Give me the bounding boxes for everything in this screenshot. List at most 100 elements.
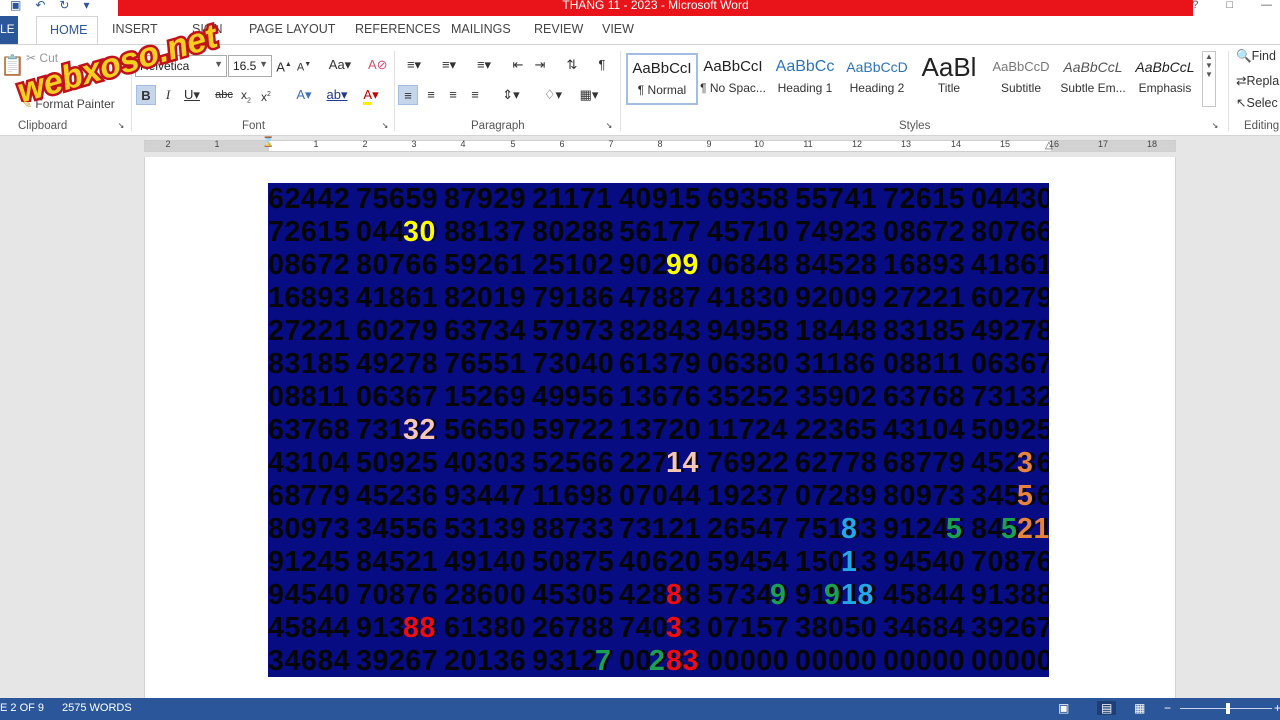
style-title[interactable]: AaBl Title: [913, 53, 985, 105]
style-heading-1[interactable]: AaBbCc Heading 1: [769, 53, 841, 105]
horizontal-ruler[interactable]: 2 1 1 2 3 4 5 6 7 8 9 10 11 12 13 14 15 16 17 18 ⌛ △: [0, 137, 1280, 157]
text-effects-icon[interactable]: A▾: [290, 85, 318, 105]
print-layout-icon[interactable]: ▤: [1097, 701, 1117, 715]
number-block: 07289: [795, 480, 878, 512]
help-icon[interactable]: ?: [1192, 0, 1198, 11]
superscript-button[interactable]: x2: [258, 85, 274, 105]
align-center-button[interactable]: ≡: [421, 85, 441, 105]
tab-mailings[interactable]: MAILINGS: [451, 22, 511, 36]
sort-icon[interactable]: ⇅: [562, 55, 582, 75]
strikethrough-button[interactable]: abc: [214, 85, 234, 105]
change-case-icon[interactable]: Aa▾: [325, 55, 355, 75]
style-emphasis[interactable]: AaBbCcL Emphasis: [1129, 53, 1201, 105]
ruler-number: 17: [1097, 139, 1108, 149]
subscript-button[interactable]: x2: [238, 85, 254, 105]
save-icon[interactable]: ▣: [10, 0, 21, 12]
tab-home[interactable]: HOME: [36, 16, 98, 44]
styles-launcher-icon[interactable]: ↘: [1210, 121, 1220, 131]
number-block: 49278: [356, 348, 439, 380]
number-row: 08672 80766 59261 25102 90299 06848 84528 16893…: [268, 249, 1049, 282]
minimize-icon[interactable]: —: [1261, 0, 1272, 11]
style-subtitle[interactable]: AaBbCcD Subtitle: [985, 53, 1057, 105]
show-marks-icon[interactable]: ¶: [592, 55, 612, 75]
align-left-button[interactable]: ≡: [398, 85, 418, 105]
highlight-color-icon[interactable]: ab▾: [322, 85, 352, 105]
grow-font-icon[interactable]: A▲: [276, 55, 292, 75]
page-indicator[interactable]: E 2 OF 9: [0, 702, 44, 714]
style-no-spacing[interactable]: AaBbCcI ¶ No Spac...: [697, 53, 769, 105]
web-layout-icon[interactable]: ▦: [1134, 701, 1145, 715]
number-row: 43104 50925 40303 52566 22714 76922 62778 68779…: [268, 447, 1049, 480]
tab-page-layout[interactable]: PAGE LAYOUT: [249, 22, 335, 36]
tab-insert[interactable]: INSERT: [112, 22, 158, 36]
redo-icon[interactable]: ↻: [59, 0, 69, 12]
read-mode-icon[interactable]: ▣: [1058, 701, 1069, 715]
customize-qat-icon[interactable]: ▾: [83, 0, 89, 12]
tab-design[interactable]: SIGN: [192, 22, 223, 36]
number-block: 69358: [707, 183, 790, 215]
paste-icon[interactable]: 📋: [0, 53, 25, 78]
number-block: 19237: [707, 480, 790, 512]
zoom-in-icon[interactable]: +: [1274, 701, 1280, 715]
font-color-icon[interactable]: A▾: [356, 85, 386, 105]
tab-references[interactable]: REFERENCES: [355, 22, 440, 36]
word-count[interactable]: 2575 WORDS: [62, 702, 132, 714]
zoom-slider-thumb[interactable]: [1226, 703, 1230, 714]
shading-icon[interactable]: ♢▾: [538, 85, 568, 105]
ribbon-display-icon[interactable]: □: [1226, 0, 1233, 11]
style-preview: AaBbCcD: [846, 59, 908, 75]
zoom-out-icon[interactable]: −: [1164, 701, 1171, 715]
number-table[interactable]: 62442 75659 87929 21171 40915 69358 55741 72615…: [268, 183, 1049, 677]
cut-button[interactable]: ✂ Cut: [26, 51, 58, 65]
select-button[interactable]: ↖Selec: [1236, 95, 1278, 110]
clear-formatting-icon[interactable]: A⊘: [368, 55, 388, 75]
editing-group-label: Editing: [1244, 120, 1280, 132]
underline-button[interactable]: U▾: [180, 85, 204, 105]
number-block: 80288: [532, 216, 615, 248]
style-subtle-emphasis[interactable]: AaBbCcL Subtle Em...: [1057, 53, 1129, 105]
align-right-button[interactable]: ≡: [443, 85, 463, 105]
font-launcher-icon[interactable]: ↘: [380, 121, 390, 131]
style-name: Subtle Em...: [1060, 81, 1126, 95]
tab-review[interactable]: REVIEW: [534, 22, 583, 36]
ruler-number: 10: [753, 139, 764, 149]
indent-marker-icon[interactable]: ⌛: [262, 137, 274, 148]
numbering-icon[interactable]: ≡▾: [433, 55, 465, 75]
shrink-font-icon[interactable]: A▼: [296, 55, 312, 75]
find-button[interactable]: 🔍Find: [1236, 49, 1276, 64]
number-block: 49956: [532, 381, 615, 413]
style-normal[interactable]: AaBbCcI ¶ Normal: [626, 53, 698, 105]
multilevel-list-icon[interactable]: ≡▾: [468, 55, 500, 75]
line-spacing-icon[interactable]: ⇕▾: [496, 85, 526, 105]
decrease-indent-icon[interactable]: ⇤: [508, 55, 528, 75]
ruler-number: 6: [559, 139, 565, 149]
undo-icon[interactable]: ↶: [35, 0, 45, 12]
style-preview: AaBbCcL: [1063, 59, 1123, 75]
bold-button[interactable]: B: [136, 85, 156, 105]
tab-view[interactable]: VIEW: [602, 22, 634, 36]
number-block: 15269: [444, 381, 527, 413]
number-block: 60279: [971, 282, 1049, 314]
style-heading-2[interactable]: AaBbCcD Heading 2: [841, 53, 913, 105]
ruler-number: 9: [706, 139, 712, 149]
font-size-field[interactable]: 16.5 ▼: [228, 55, 272, 77]
right-indent-marker-icon[interactable]: △: [1045, 140, 1053, 151]
borders-icon[interactable]: ▦▾: [574, 85, 604, 105]
styles-gallery-scroll[interactable]: ▲ ▼ ▼: [1202, 51, 1216, 107]
number-block: 80766: [971, 216, 1049, 248]
replace-button[interactable]: ⇄Repla: [1236, 73, 1279, 88]
justify-button[interactable]: ≡: [465, 85, 485, 105]
number-block: 43104: [268, 447, 351, 479]
italic-button[interactable]: I: [160, 85, 176, 105]
increase-indent-icon[interactable]: ⇥: [530, 55, 550, 75]
tab-file[interactable]: LE: [0, 16, 18, 44]
font-name-field[interactable]: Helvetica ▼: [135, 55, 227, 77]
quick-access-toolbar: ▣ ↶ ↻ ▾: [10, 0, 90, 12]
format-painter-button[interactable]: ✎ Format Painter: [22, 97, 115, 111]
paragraph-launcher-icon[interactable]: ↘: [604, 121, 614, 131]
divider: [131, 51, 132, 131]
number-block: 28600: [444, 579, 527, 611]
number-block: 63734: [444, 315, 527, 347]
clipboard-launcher-icon[interactable]: ↘: [116, 121, 126, 131]
bullets-icon[interactable]: ≡▾: [398, 55, 430, 75]
